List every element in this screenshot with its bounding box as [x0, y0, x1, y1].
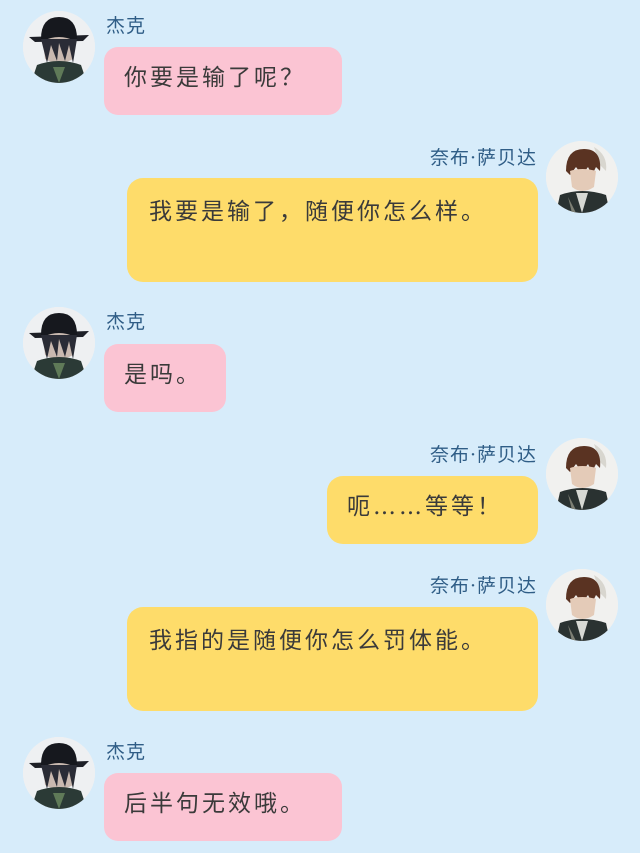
chat-bubble[interactable]: 我要是输了，随便你怎么样。 [127, 178, 538, 282]
sender-name: 奈布·萨贝达 [429, 147, 537, 169]
avatar-naib-icon [546, 438, 618, 510]
chat-bubble[interactable]: 你要是输了呢？ [104, 47, 342, 115]
avatar-jack[interactable] [23, 11, 95, 83]
sender-name: 奈布·萨贝达 [429, 444, 537, 466]
avatar-jack-icon [23, 11, 95, 83]
avatar-naib[interactable] [546, 141, 618, 213]
chat-bubble[interactable]: 呃……等等！ [327, 476, 538, 544]
avatar-jack[interactable] [23, 737, 95, 809]
sender-name: 杰克 [106, 741, 147, 763]
avatar-naib-icon [546, 569, 618, 641]
avatar-naib[interactable] [546, 438, 618, 510]
avatar-jack-icon [23, 307, 95, 379]
sender-name: 奈布·萨贝达 [429, 575, 537, 597]
chat-bubble[interactable]: 我指的是随便你怎么罚体能。 [127, 607, 538, 711]
avatar-jack-icon [23, 737, 95, 809]
sender-name: 杰克 [106, 15, 147, 37]
sender-name: 杰克 [106, 311, 147, 333]
avatar-naib[interactable] [546, 569, 618, 641]
avatar-naib-icon [546, 141, 618, 213]
avatar-jack[interactable] [23, 307, 95, 379]
chat-bubble[interactable]: 后半句无效哦。 [104, 773, 342, 841]
chat-bubble[interactable]: 是吗。 [104, 344, 226, 412]
